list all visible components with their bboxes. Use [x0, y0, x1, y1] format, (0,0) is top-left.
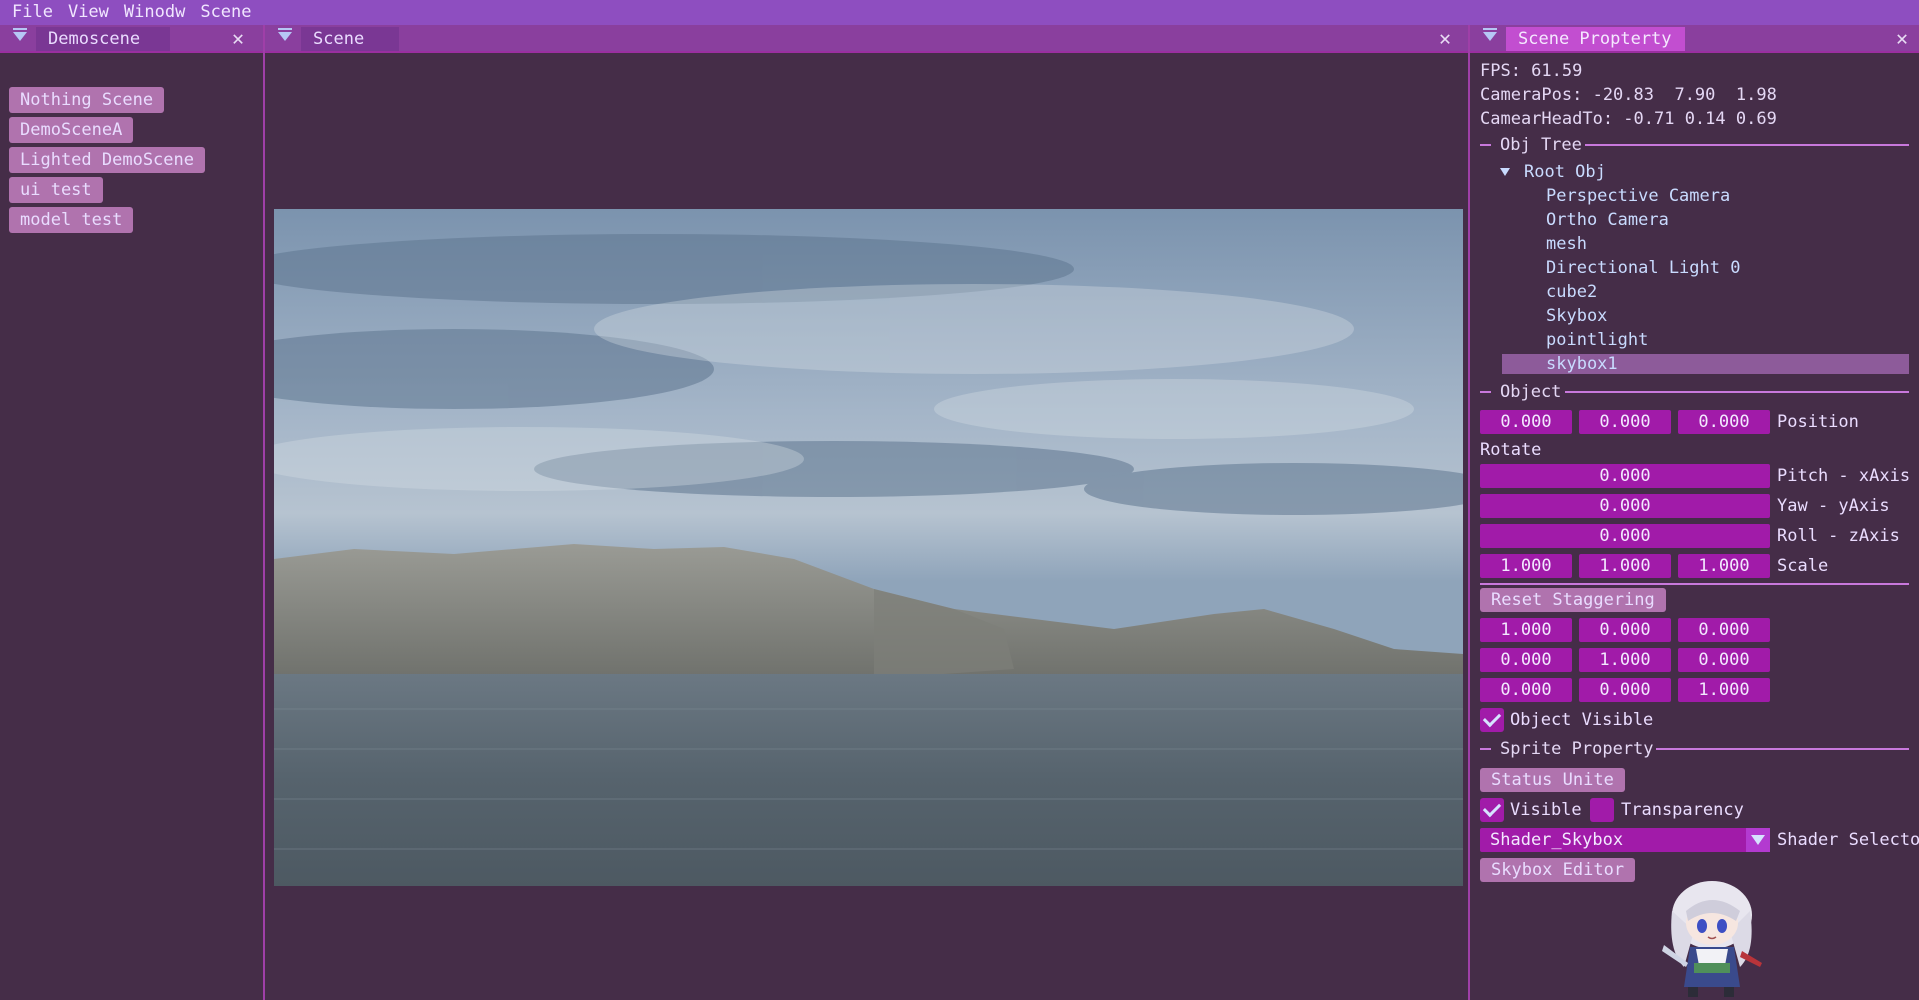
- yaw-field[interactable]: 0.000: [1480, 494, 1770, 518]
- scene-button-ui-test[interactable]: ui test: [9, 177, 103, 203]
- shader-select-label: Shader Selecto: [1777, 830, 1919, 850]
- matrix-cell[interactable]: 0.000: [1678, 648, 1770, 672]
- skybox-editor-button[interactable]: Skybox Editor: [1480, 858, 1636, 882]
- reset-staggering-button[interactable]: Reset Staggering: [1480, 588, 1666, 612]
- transparency-label: Transparency: [1621, 800, 1744, 820]
- camera-pos-readout: CameraPos: -20.83 7.90 1.98: [1480, 85, 1777, 105]
- dropdown-button[interactable]: [1746, 828, 1770, 852]
- object-visible-checkbox[interactable]: [1480, 708, 1504, 732]
- separator-line: [1656, 748, 1909, 750]
- pitch-label: Pitch - xAxis: [1777, 466, 1911, 486]
- yaw-label: Yaw - yAxis: [1777, 496, 1890, 516]
- property-tabbar: Scene Propterty ✕: [1470, 25, 1919, 53]
- fps-readout: FPS: 61.59: [1480, 61, 1583, 81]
- tab-scene-property[interactable]: Scene Propterty: [1506, 27, 1685, 51]
- tree-item-mesh[interactable]: mesh: [1546, 234, 1587, 254]
- skybox-render: [274, 209, 1463, 886]
- position-label: Position: [1777, 412, 1859, 432]
- menu-view[interactable]: View: [68, 0, 109, 25]
- roll-field[interactable]: 0.000: [1480, 524, 1770, 548]
- separator-dash: [1480, 748, 1491, 750]
- tree-item-skybox[interactable]: Skybox: [1546, 306, 1607, 326]
- separator-line: [1565, 391, 1909, 393]
- scene-button-nothing[interactable]: Nothing Scene: [9, 87, 165, 113]
- separator-dash: [1480, 144, 1491, 146]
- collapse-arrow-icon[interactable]: [13, 28, 27, 41]
- mascot-image: [1662, 881, 1762, 997]
- tree-expand-icon[interactable]: [1500, 168, 1510, 176]
- tab-demoscene[interactable]: Demoscene: [36, 27, 170, 51]
- close-icon[interactable]: ✕: [1892, 27, 1912, 49]
- sprite-property-title: Sprite Property: [1500, 739, 1654, 759]
- tree-item-directional-light[interactable]: Directional Light 0: [1546, 258, 1740, 278]
- menu-file[interactable]: File: [12, 0, 53, 25]
- close-icon[interactable]: ✕: [228, 27, 248, 49]
- transparency-checkbox[interactable]: [1590, 798, 1614, 822]
- matrix-cell[interactable]: 0.000: [1480, 678, 1572, 702]
- position-z-field[interactable]: 0.000: [1678, 410, 1770, 434]
- roll-label: Roll - zAxis: [1777, 526, 1900, 546]
- obj-tree-header: Obj Tree: [1480, 135, 1909, 155]
- scale-x-field[interactable]: 1.000: [1480, 554, 1572, 578]
- matrix-cell[interactable]: 0.000: [1579, 618, 1671, 642]
- tree-item-pointlight[interactable]: pointlight: [1546, 330, 1648, 350]
- status-unite-button[interactable]: Status Unite: [1480, 768, 1625, 792]
- matrix-cell[interactable]: 1.000: [1678, 678, 1770, 702]
- scene-property-panel: Scene Propterty ✕ FPS: 61.59 CameraPos: …: [1470, 25, 1919, 1000]
- scene-button-demoscenea[interactable]: DemoSceneA: [9, 117, 134, 143]
- close-icon[interactable]: ✕: [1435, 27, 1455, 49]
- matrix-cell[interactable]: 0.000: [1579, 678, 1671, 702]
- shader-select-value: Shader_Skybox: [1490, 830, 1624, 850]
- menu-window[interactable]: Winodw: [124, 0, 185, 25]
- tree-item-ortho-camera[interactable]: Ortho Camera: [1546, 210, 1669, 230]
- menubar: File View Winodw Scene: [0, 0, 1919, 25]
- separator-line: [1585, 144, 1909, 146]
- visible-label: Visible: [1510, 800, 1582, 820]
- tree-item-skybox1[interactable]: skybox1: [1546, 354, 1618, 374]
- visible-checkbox[interactable]: [1480, 798, 1504, 822]
- menu-scene[interactable]: Scene: [200, 0, 251, 25]
- demoscene-tabbar: Demoscene ✕: [0, 25, 263, 53]
- separator-dash: [1480, 391, 1491, 393]
- tree-item-cube2[interactable]: cube2: [1546, 282, 1597, 302]
- pitch-field[interactable]: 0.000: [1480, 464, 1770, 488]
- scene-tabbar: Scene ✕: [265, 25, 1468, 53]
- rotate-label: Rotate: [1480, 440, 1542, 460]
- position-y-field[interactable]: 0.000: [1579, 410, 1671, 434]
- scene-list: Nothing Scene DemoSceneA Lighted DemoSce…: [0, 53, 263, 1000]
- divider: [1480, 583, 1909, 585]
- demoscene-panel: Demoscene ✕ Nothing Scene DemoSceneA Lig…: [0, 25, 265, 1000]
- position-x-field[interactable]: 0.000: [1480, 410, 1572, 434]
- dropdown-arrow-icon: [1751, 835, 1765, 845]
- scene-panel: Scene ✕: [265, 25, 1470, 1000]
- scene-button-lighted[interactable]: Lighted DemoScene: [9, 147, 205, 173]
- scene-viewport[interactable]: [274, 209, 1463, 886]
- matrix-cell[interactable]: 1.000: [1579, 648, 1671, 672]
- matrix-cell[interactable]: 1.000: [1480, 618, 1572, 642]
- camera-head-readout: CamearHeadTo: -0.71 0.14 0.69: [1480, 109, 1777, 129]
- tab-scene[interactable]: Scene: [301, 27, 399, 51]
- matrix-cell[interactable]: 0.000: [1678, 618, 1770, 642]
- matrix-cell[interactable]: 0.000: [1480, 648, 1572, 672]
- collapse-arrow-icon[interactable]: [278, 28, 292, 41]
- scale-label: Scale: [1777, 556, 1829, 576]
- collapse-arrow-icon[interactable]: [1483, 28, 1497, 41]
- scene-button-model-test[interactable]: model test: [9, 207, 134, 233]
- obj-tree-title: Obj Tree: [1500, 135, 1582, 155]
- object-visible-label: Object Visible: [1510, 710, 1654, 730]
- tree-item-root[interactable]: Root Obj: [1524, 162, 1606, 182]
- sprite-property-header: Sprite Property: [1480, 739, 1909, 759]
- shader-select[interactable]: Shader_Skybox: [1480, 828, 1770, 852]
- scale-y-field[interactable]: 1.000: [1579, 554, 1671, 578]
- object-title: Object: [1500, 382, 1562, 402]
- tree-item-perspective-camera[interactable]: Perspective Camera: [1546, 186, 1730, 206]
- scale-z-field[interactable]: 1.000: [1678, 554, 1770, 578]
- object-header: Object: [1480, 382, 1909, 402]
